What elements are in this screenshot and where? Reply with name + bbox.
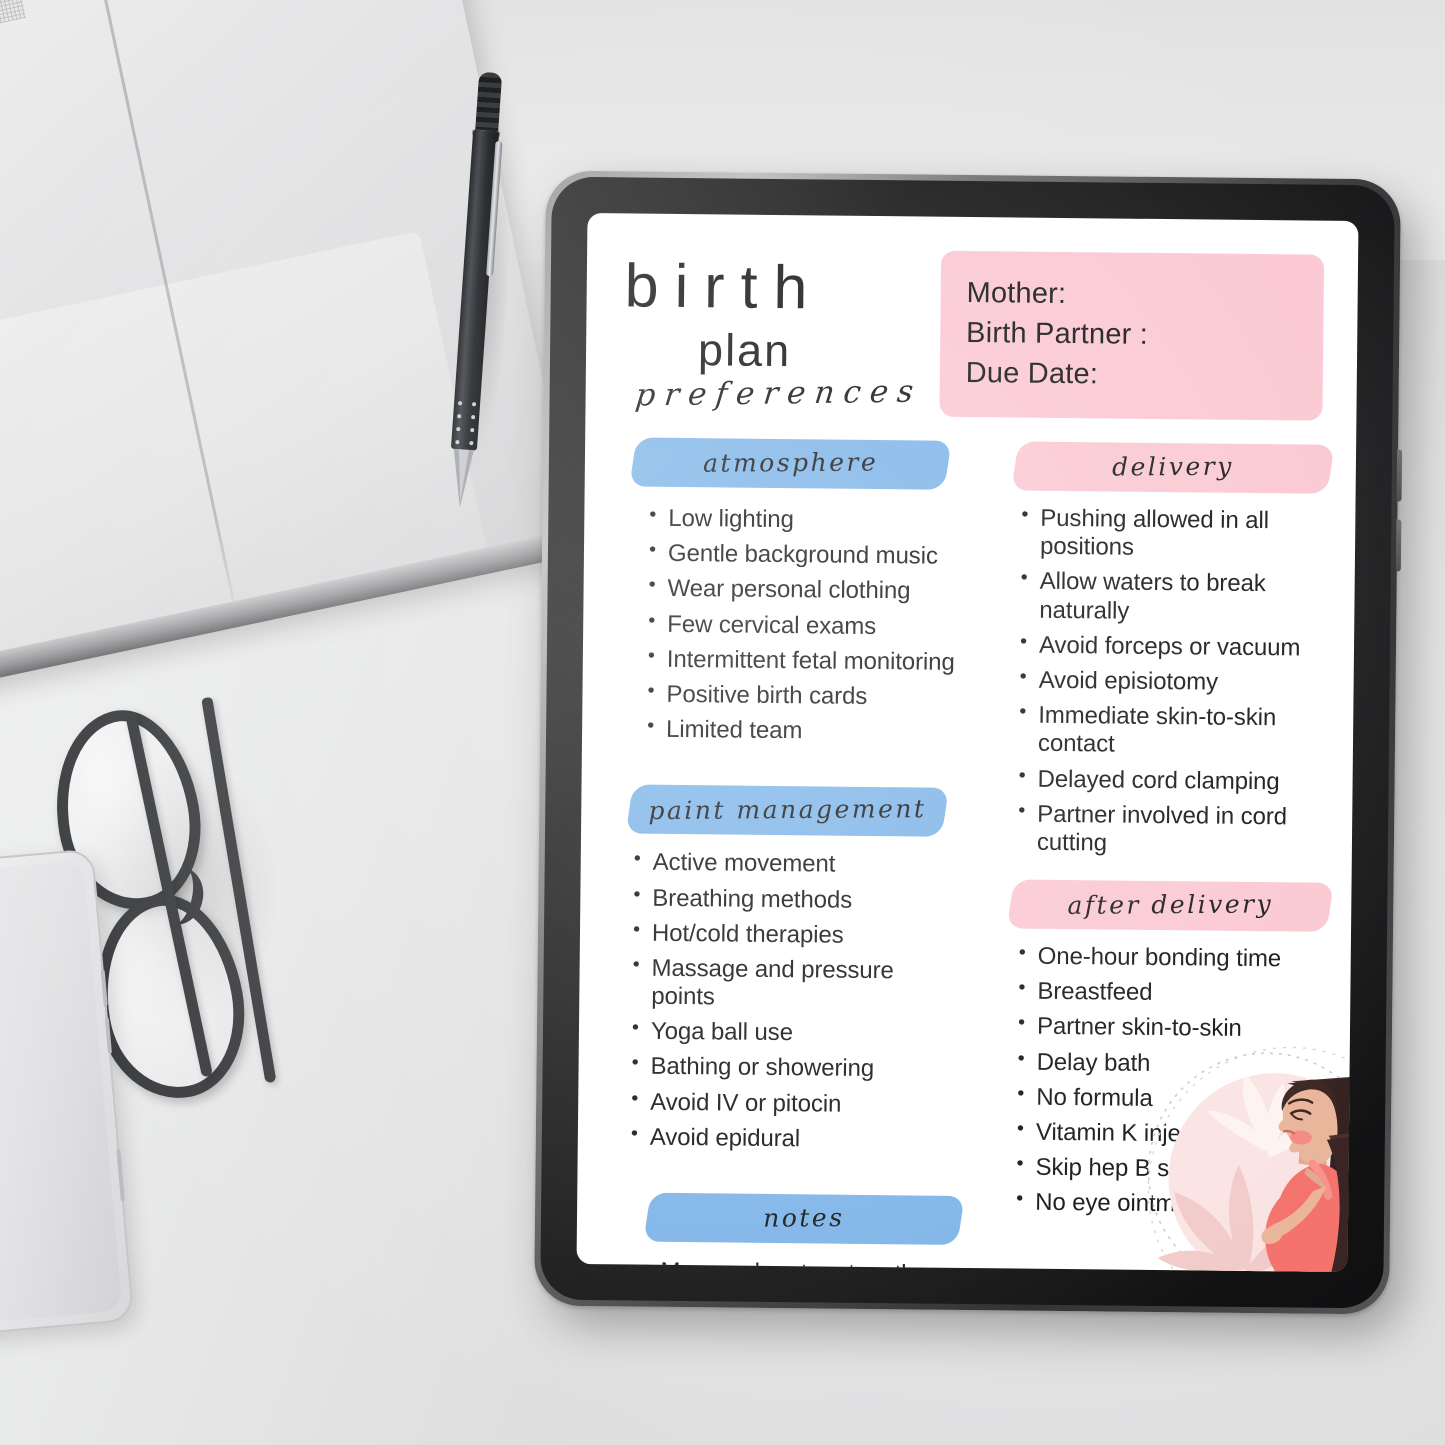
document-header: birth plan preferences Mother: Birth Par… — [623, 243, 1325, 421]
section-heading-delivery-label: delivery — [1112, 451, 1235, 482]
list-item: Delayed cord clamping — [1037, 765, 1331, 796]
section-heading-atmosphere: atmosphere — [629, 437, 952, 490]
birth-plan-document: birth plan preferences Mother: Birth Par… — [577, 213, 1359, 1273]
list-item: Few cervical exams — [667, 610, 967, 641]
list-item: One-hour bonding time — [1038, 943, 1330, 974]
list-item: Positive birth cards — [666, 681, 966, 712]
list-item: Active movement — [653, 849, 965, 880]
section-heading-after-delivery: after delivery — [1006, 879, 1334, 932]
list-item: Yoga ball use — [651, 1018, 963, 1049]
list-item: Hot/cold therapies — [652, 919, 964, 950]
right-column: delivery Pushing allowed in all position… — [1001, 441, 1335, 1272]
page-title-birth: birth — [624, 251, 824, 322]
pen-grip-dots — [453, 397, 480, 453]
tablet-screen[interactable]: birth plan preferences Mother: Birth Par… — [576, 212, 1359, 1273]
list-item: Avoid forceps or vacuum — [1039, 632, 1333, 663]
birth-partner-field-label: Birth Partner : — [965, 316, 1149, 351]
tablet-device: birth plan preferences Mother: Birth Par… — [534, 170, 1403, 1315]
tablet-volume-up-button[interactable] — [1396, 449, 1403, 502]
list-item: No eye ointment — [1035, 1189, 1327, 1220]
list-item: Partner skin-to-skin — [1037, 1013, 1329, 1044]
section-heading-notes: notes — [643, 1192, 965, 1245]
page-title-plan: plan — [697, 324, 792, 377]
left-column: atmosphere Low lighting Gentle backgroun… — [613, 437, 969, 1272]
list-item: Gentle background music — [668, 540, 968, 571]
desk-scene: → ⏎ + # ✕ ⇧ ▲ ▼ ▶ ◀ — [0, 0, 1445, 1445]
delivery-list: Pushing allowed in all positions Allow w… — [1007, 504, 1335, 859]
due-date-field-label: Due Date: — [965, 356, 1099, 391]
atmosphere-list: Low lighting Gentle background music Wea… — [626, 504, 968, 747]
list-item: Vitamin K injection — [1036, 1119, 1328, 1150]
list-item: Bathing or showering — [650, 1053, 962, 1084]
pen-cap — [475, 71, 503, 134]
list-item: Limited team — [666, 716, 966, 747]
list-item: Allow waters to break naturally — [1039, 568, 1334, 627]
list-item: Low lighting — [668, 505, 968, 536]
section-heading-notes-label: notes — [763, 1203, 845, 1233]
tablet-volume-down-button[interactable] — [1395, 519, 1402, 572]
section-heading-pain-management: paint management — [625, 784, 949, 838]
section-heading-atmosphere-label: atmosphere — [702, 447, 879, 478]
section-heading-after-delivery-label: after delivery — [1067, 889, 1274, 920]
section-heading-delivery: delivery — [1011, 441, 1335, 494]
list-item: Wear personal clothing — [667, 575, 967, 606]
list-item: Massage and pressure points — [651, 955, 964, 1015]
after-delivery-list: One-hour bonding time Breastfeed Partner… — [1003, 943, 1330, 1221]
mother-field-label: Mother: — [966, 276, 1067, 311]
section-heading-pain-management-label: paint management — [648, 794, 927, 826]
list-item: Breastfeed — [1037, 978, 1329, 1009]
list-item: Breathing methods — [652, 884, 964, 915]
list-item: Delay bath — [1037, 1048, 1329, 1079]
list-item: Intermittent fetal monitoring — [667, 646, 967, 677]
list-item: No formula — [1036, 1084, 1328, 1115]
list-item: Avoid IV or pitocin — [650, 1088, 962, 1119]
list-item: Immediate skin-to-skin contact — [1038, 702, 1333, 761]
list-item: Skip hep B shot — [1035, 1154, 1327, 1185]
list-item: Partner involved in cord cutting — [1037, 800, 1332, 859]
info-card[interactable]: Mother: Birth Partner : Due Date: — [939, 250, 1325, 421]
page-subtitle-preferences: preferences — [633, 373, 925, 414]
list-item: Avoid episiotomy — [1039, 667, 1333, 698]
list-item: Avoid epidural — [650, 1124, 962, 1155]
pain-management-list: Active movement Breathing methods Hot/co… — [622, 849, 965, 1155]
list-item: Pushing allowed in all positions — [1040, 505, 1335, 564]
content-columns: atmosphere Low lighting Gentle backgroun… — [613, 437, 1335, 1272]
title-block: birth plan preferences — [623, 243, 927, 416]
